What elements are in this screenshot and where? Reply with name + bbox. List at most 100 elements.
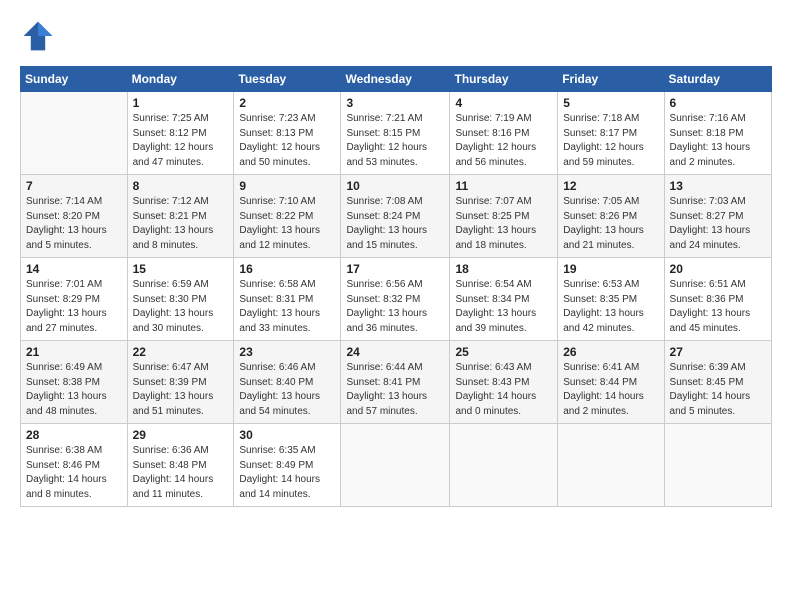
calendar-day-cell: 8 Sunrise: 7:12 AM Sunset: 8:21 PM Daylig… <box>127 175 234 258</box>
day-number: 7 <box>26 179 122 193</box>
calendar-day-cell <box>450 424 558 507</box>
calendar-day-cell: 2 Sunrise: 7:23 AM Sunset: 8:13 PM Daylig… <box>234 92 341 175</box>
calendar-day-cell: 6 Sunrise: 7:16 AM Sunset: 8:18 PM Daylig… <box>664 92 771 175</box>
calendar-day-cell: 21 Sunrise: 6:49 AM Sunset: 8:38 PM Dayli… <box>21 341 128 424</box>
day-number: 15 <box>133 262 229 276</box>
calendar: SundayMondayTuesdayWednesdayThursdayFrid… <box>20 66 772 507</box>
day-number: 5 <box>563 96 658 110</box>
day-info: Sunrise: 7:23 AM Sunset: 8:13 PM Dayligh… <box>239 112 335 170</box>
weekday-header: Thursday <box>450 67 558 92</box>
day-number: 20 <box>670 262 766 276</box>
day-info: Sunrise: 6:43 AM Sunset: 8:43 PM Dayligh… <box>455 361 552 419</box>
day-number: 3 <box>346 96 444 110</box>
calendar-day-cell: 29 Sunrise: 6:36 AM Sunset: 8:48 PM Dayli… <box>127 424 234 507</box>
day-number: 16 <box>239 262 335 276</box>
day-info: Sunrise: 7:16 AM Sunset: 8:18 PM Dayligh… <box>670 112 766 170</box>
day-info: Sunrise: 6:54 AM Sunset: 8:34 PM Dayligh… <box>455 278 552 336</box>
calendar-day-cell: 30Sunrise: 6:35 AM Sunset: 8:49 PM Dayli… <box>234 424 341 507</box>
calendar-day-cell: 15 Sunrise: 6:59 AM Sunset: 8:30 PM Dayli… <box>127 258 234 341</box>
day-info: Sunrise: 6:51 AM Sunset: 8:36 PM Dayligh… <box>670 278 766 336</box>
weekday-header: Saturday <box>664 67 771 92</box>
calendar-day-cell: 25 Sunrise: 6:43 AM Sunset: 8:43 PM Dayli… <box>450 341 558 424</box>
page: SundayMondayTuesdayWednesdayThursdayFrid… <box>0 0 792 612</box>
weekday-header: Monday <box>127 67 234 92</box>
day-number: 25 <box>455 345 552 359</box>
day-info: Sunrise: 6:36 AM Sunset: 8:48 PM Dayligh… <box>133 444 229 502</box>
calendar-day-cell: 14 Sunrise: 7:01 AM Sunset: 8:29 PM Dayli… <box>21 258 128 341</box>
day-number: 4 <box>455 96 552 110</box>
day-number: 10 <box>346 179 444 193</box>
day-info: Sunrise: 6:41 AM Sunset: 8:44 PM Dayligh… <box>563 361 658 419</box>
day-info: Sunrise: 7:10 AM Sunset: 8:22 PM Dayligh… <box>239 195 335 253</box>
day-number: 26 <box>563 345 658 359</box>
day-number: 27 <box>670 345 766 359</box>
calendar-week-row: 7 Sunrise: 7:14 AM Sunset: 8:20 PM Daylig… <box>21 175 772 258</box>
day-info: Sunrise: 7:07 AM Sunset: 8:25 PM Dayligh… <box>455 195 552 253</box>
weekday-header: Friday <box>558 67 664 92</box>
day-info: Sunrise: 7:03 AM Sunset: 8:27 PM Dayligh… <box>670 195 766 253</box>
calendar-day-cell: 24Sunrise: 6:44 AM Sunset: 8:41 PM Dayli… <box>341 341 450 424</box>
day-info: Sunrise: 7:21 AM Sunset: 8:15 PM Dayligh… <box>346 112 444 170</box>
calendar-day-cell: 11 Sunrise: 7:07 AM Sunset: 8:25 PM Dayli… <box>450 175 558 258</box>
calendar-day-cell: 22 Sunrise: 6:47 AM Sunset: 8:39 PM Dayli… <box>127 341 234 424</box>
calendar-day-cell: 18 Sunrise: 6:54 AM Sunset: 8:34 PM Dayli… <box>450 258 558 341</box>
calendar-week-row: 14 Sunrise: 7:01 AM Sunset: 8:29 PM Dayli… <box>21 258 772 341</box>
weekday-header: Wednesday <box>341 67 450 92</box>
day-info: Sunrise: 6:46 AM Sunset: 8:40 PM Dayligh… <box>239 361 335 419</box>
day-number: 29 <box>133 428 229 442</box>
day-info: Sunrise: 6:56 AM Sunset: 8:32 PM Dayligh… <box>346 278 444 336</box>
day-number: 9 <box>239 179 335 193</box>
day-info: Sunrise: 6:47 AM Sunset: 8:39 PM Dayligh… <box>133 361 229 419</box>
day-info: Sunrise: 7:19 AM Sunset: 8:16 PM Dayligh… <box>455 112 552 170</box>
calendar-week-row: 28 Sunrise: 6:38 AM Sunset: 8:46 PM Dayli… <box>21 424 772 507</box>
day-number: 6 <box>670 96 766 110</box>
day-info: Sunrise: 7:05 AM Sunset: 8:26 PM Dayligh… <box>563 195 658 253</box>
day-number: 28 <box>26 428 122 442</box>
day-info: Sunrise: 7:25 AM Sunset: 8:12 PM Dayligh… <box>133 112 229 170</box>
day-number: 12 <box>563 179 658 193</box>
day-number: 22 <box>133 345 229 359</box>
day-number: 11 <box>455 179 552 193</box>
day-info: Sunrise: 7:14 AM Sunset: 8:20 PM Dayligh… <box>26 195 122 253</box>
day-number: 18 <box>455 262 552 276</box>
day-number: 21 <box>26 345 122 359</box>
day-info: Sunrise: 6:59 AM Sunset: 8:30 PM Dayligh… <box>133 278 229 336</box>
day-info: Sunrise: 6:39 AM Sunset: 8:45 PM Dayligh… <box>670 361 766 419</box>
calendar-day-cell: 19 Sunrise: 6:53 AM Sunset: 8:35 PM Dayli… <box>558 258 664 341</box>
day-info: Sunrise: 6:58 AM Sunset: 8:31 PM Dayligh… <box>239 278 335 336</box>
logo <box>20 18 58 54</box>
calendar-day-cell <box>21 92 128 175</box>
calendar-day-cell: 10Sunrise: 7:08 AM Sunset: 8:24 PM Dayli… <box>341 175 450 258</box>
calendar-day-cell: 1 Sunrise: 7:25 AM Sunset: 8:12 PM Daylig… <box>127 92 234 175</box>
day-info: Sunrise: 6:38 AM Sunset: 8:46 PM Dayligh… <box>26 444 122 502</box>
day-info: Sunrise: 6:35 AM Sunset: 8:49 PM Dayligh… <box>239 444 335 502</box>
calendar-day-cell: 5 Sunrise: 7:18 AM Sunset: 8:17 PM Daylig… <box>558 92 664 175</box>
calendar-day-cell: 13 Sunrise: 7:03 AM Sunset: 8:27 PM Dayli… <box>664 175 771 258</box>
day-info: Sunrise: 7:18 AM Sunset: 8:17 PM Dayligh… <box>563 112 658 170</box>
day-info: Sunrise: 7:01 AM Sunset: 8:29 PM Dayligh… <box>26 278 122 336</box>
calendar-day-cell <box>558 424 664 507</box>
weekday-header: Tuesday <box>234 67 341 92</box>
calendar-day-cell: 27 Sunrise: 6:39 AM Sunset: 8:45 PM Dayli… <box>664 341 771 424</box>
day-number: 13 <box>670 179 766 193</box>
day-number: 2 <box>239 96 335 110</box>
day-info: Sunrise: 7:12 AM Sunset: 8:21 PM Dayligh… <box>133 195 229 253</box>
calendar-day-cell <box>664 424 771 507</box>
day-info: Sunrise: 6:49 AM Sunset: 8:38 PM Dayligh… <box>26 361 122 419</box>
weekday-header: Sunday <box>21 67 128 92</box>
calendar-week-row: 21 Sunrise: 6:49 AM Sunset: 8:38 PM Dayli… <box>21 341 772 424</box>
calendar-week-row: 1 Sunrise: 7:25 AM Sunset: 8:12 PM Daylig… <box>21 92 772 175</box>
calendar-header-row: SundayMondayTuesdayWednesdayThursdayFrid… <box>21 67 772 92</box>
logo-icon <box>20 18 56 54</box>
day-number: 1 <box>133 96 229 110</box>
day-info: Sunrise: 6:53 AM Sunset: 8:35 PM Dayligh… <box>563 278 658 336</box>
day-number: 8 <box>133 179 229 193</box>
day-number: 19 <box>563 262 658 276</box>
calendar-day-cell: 23Sunrise: 6:46 AM Sunset: 8:40 PM Dayli… <box>234 341 341 424</box>
calendar-day-cell <box>341 424 450 507</box>
calendar-day-cell: 3 Sunrise: 7:21 AM Sunset: 8:15 PM Daylig… <box>341 92 450 175</box>
day-number: 17 <box>346 262 444 276</box>
calendar-day-cell: 28 Sunrise: 6:38 AM Sunset: 8:46 PM Dayli… <box>21 424 128 507</box>
calendar-day-cell: 7 Sunrise: 7:14 AM Sunset: 8:20 PM Daylig… <box>21 175 128 258</box>
day-number: 14 <box>26 262 122 276</box>
